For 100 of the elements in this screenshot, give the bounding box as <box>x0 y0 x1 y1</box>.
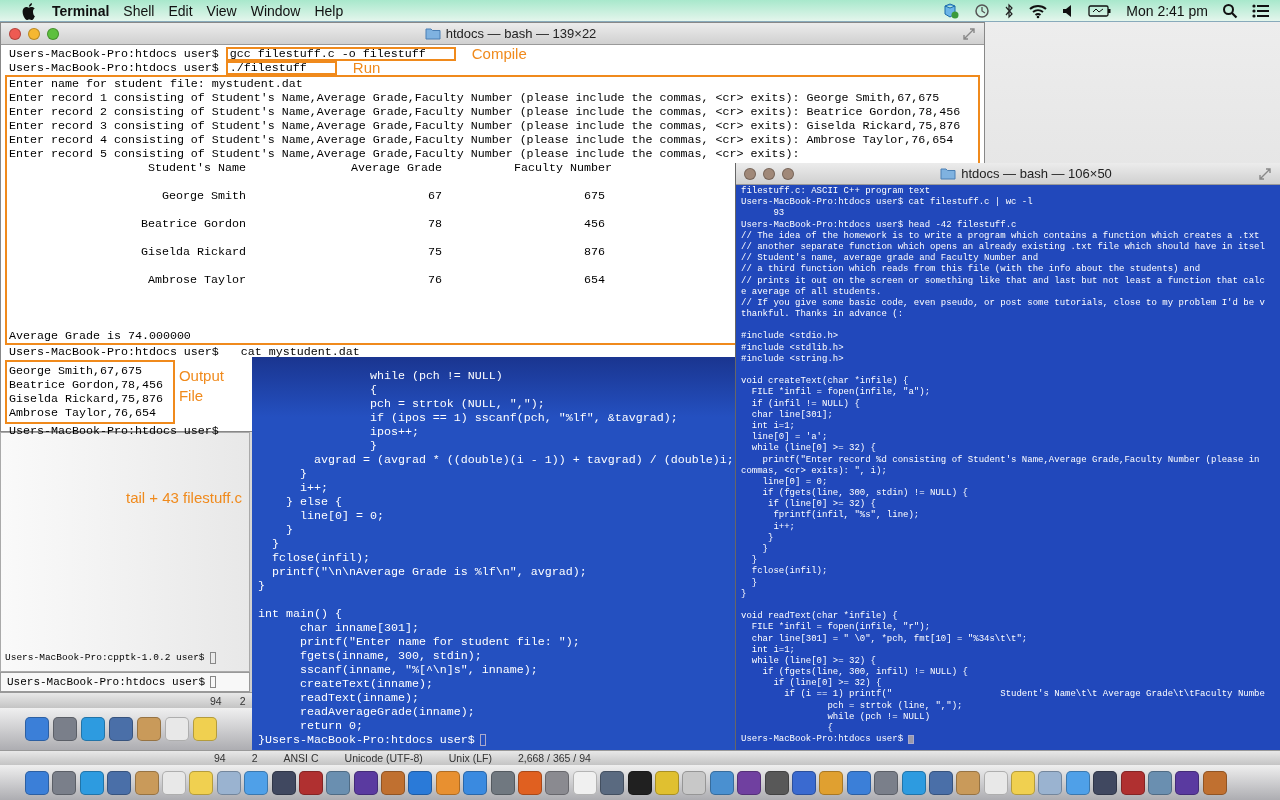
minimize-button[interactable] <box>763 167 775 180</box>
code-line: 93 <box>772 208 786 220</box>
code-line: #include <stdlib.h> <box>741 342 845 354</box>
app-icon[interactable] <box>1120 770 1145 795</box>
prompt-text: Users-MacBook-Pro:htdocs user$ <box>7 676 206 688</box>
table-cell-text: 654 <box>583 273 606 287</box>
code-line: FILE *infil = fopen(infile, "a"); <box>750 387 932 399</box>
zoom-button[interactable] <box>47 27 59 40</box>
clock-icon[interactable] <box>974 2 991 19</box>
table-cell-text: 76 <box>427 273 442 287</box>
app-icon[interactable] <box>1175 770 1200 795</box>
app-icon[interactable] <box>627 770 652 795</box>
prompt-text: Users-MacBook-Pro:htdocs user$ <box>741 734 904 746</box>
search-icon[interactable] <box>1222 2 1238 19</box>
app-icon[interactable] <box>737 770 762 795</box>
app-icon[interactable] <box>600 770 625 795</box>
menu-item[interactable]: Shell <box>123 2 155 19</box>
code-line: char line[301] = " \0", *pch, fmt[10] = "%34s\t\t"; <box>750 633 1029 645</box>
code-line: filestuff.c: ASCII C++ program text <box>741 186 932 197</box>
output-line: Enter record 2 consisting of Student's Name,Average Grade,Faculty Number (please include the commas, <cr> exits): Beatrice Gordon,78,456 <box>9 105 961 119</box>
code-line: // The idea of the homework is to write a program which contains a function which creates a .txt <box>741 230 1261 242</box>
menu-item[interactable]: Terminal <box>52 2 110 19</box>
menu-clock[interactable]: Mon 2:41 pm <box>1126 2 1208 19</box>
code-line: if (ipos == 1) sscanf(pch, "%lf", &tavgrad); <box>368 411 679 425</box>
code-line: } <box>284 523 294 537</box>
output-line: Giselda Rickard,75,876 <box>9 392 163 406</box>
code-line: printf("\n\nAverage Grade is %lf\n", avgrad); <box>271 565 588 579</box>
menu-item[interactable]: Window <box>250 2 301 19</box>
folder-icon <box>940 167 957 180</box>
code-line: } <box>767 532 775 544</box>
bluetooth-icon[interactable] <box>1004 2 1015 19</box>
code-line: // prints it out on the screen or something like that and last but not least a function that calc <box>741 275 1266 287</box>
output-line: Average Grade is 74.000000 <box>9 329 191 343</box>
code-line: while (pch != NULL) <box>368 369 504 383</box>
code-line: char line[301]; <box>750 409 834 421</box>
code-line: if (line[0] >= 32) { <box>772 678 883 689</box>
table-cell-text: 675 <box>583 189 606 203</box>
code-line: } <box>368 439 378 453</box>
code-line: fclose(infil); <box>271 551 371 565</box>
app-icon[interactable] <box>1093 770 1118 795</box>
box-icon[interactable] <box>942 2 961 19</box>
code-line: commas, <cr> exits): ", i); <box>741 465 888 477</box>
table-cell-text: 456 <box>583 217 606 231</box>
code-line: while (pch != NULL) <box>826 711 932 723</box>
wifi-icon[interactable] <box>1028 2 1049 19</box>
resize-arrows-icon[interactable] <box>1258 166 1272 181</box>
code-line: if (infil != NULL) { <box>750 398 861 410</box>
minimize-button[interactable] <box>28 27 40 40</box>
annotation-label: Compile <box>471 47 527 61</box>
close-button[interactable] <box>744 167 756 180</box>
list-icon[interactable] <box>1252 2 1270 19</box>
table-cell-text: George Smith <box>161 189 246 203</box>
code-line: Users-MacBook-Pro:htdocs user$ cat filestuff.c | wc -l <box>741 197 1034 209</box>
menu-item[interactable]: Edit <box>168 2 193 19</box>
code-line: fprintf(infil, "%s", line); <box>772 510 921 522</box>
code-line: } else { <box>284 495 343 509</box>
code-line: #include <stdio.h> <box>741 331 840 343</box>
annotation-label: Run <box>352 61 381 75</box>
output-line: Enter record 5 consisting of Student's Name,Average Grade,Faculty Number (please include the commas, <cr> exits): <box>9 147 800 161</box>
highlighted-command: ./filestuff <box>225 61 337 75</box>
app-icon[interactable] <box>791 770 816 795</box>
output-line: Enter record 3 consisting of Student's Name,Average Grade,Faculty Number (please include the commas, <cr> exits): Giselda Rickard,75,876 <box>9 119 961 133</box>
code-line: createText(inname); <box>298 677 434 691</box>
output-line: Enter record 1 consisting of Student's Name,Average Grade,Faculty Number (please include the commas, <cr> exits): George Smith,67,675 <box>9 91 940 105</box>
code-line: if (i == 1) printf(" Student's Name\t\t Average Grade\t\tFaculty Numbe <box>783 689 1266 701</box>
output-line: Enter record 4 consisting of Student's Name,Average Grade,Faculty Number (please include the commas, <cr> exits): Ambrose Taylor,76,654 <box>9 133 954 147</box>
table-cell-text: Ambrose Taylor <box>147 273 246 287</box>
code-line: } <box>750 577 759 589</box>
code-line: line[0] = 0; <box>761 476 829 488</box>
annotation-label: tail + 43 filestuff.c <box>126 491 243 505</box>
menu-item[interactable]: Help <box>314 2 344 19</box>
app-icon[interactable] <box>271 770 296 795</box>
app-icon[interactable] <box>353 770 378 795</box>
code-line: void readText(char *infile) { <box>741 611 899 622</box>
text-cursor <box>209 652 216 664</box>
code-line: i++; <box>298 481 329 495</box>
app-icon[interactable] <box>764 770 789 795</box>
window-title: htdocs — bash — 106×50 <box>961 166 1112 181</box>
app-icon[interactable] <box>298 770 323 795</box>
apple-menu-icon[interactable] <box>22 1 38 20</box>
code-line: return 0; <box>298 719 364 733</box>
output-line: George Smith,67,675 <box>9 364 142 378</box>
code-line: printf("Enter record %d consisting of Student's Name,Average Grade,Faculty Number (please in <box>761 454 1261 466</box>
code-line: i++; <box>773 521 796 533</box>
code-line: while (line[0] >= 32) { <box>750 443 878 455</box>
menu-item[interactable]: View <box>206 2 237 19</box>
close-button[interactable] <box>9 27 21 40</box>
code-line: } <box>298 467 308 481</box>
prompt-text: Users-MacBook-Pro:htdocs user$ <box>9 61 219 75</box>
status-text: Unix (LF) <box>448 752 492 764</box>
battery-icon[interactable] <box>1088 2 1113 19</box>
table-cell-text: 67 <box>427 189 442 203</box>
resize-arrows-icon[interactable] <box>962 26 976 41</box>
table-cell-text: Giselda Rickard <box>140 245 246 259</box>
code-line: readAverageGrade(inname); <box>298 705 476 719</box>
status-text: Unicode (UTF-8) <box>344 752 423 764</box>
zoom-button[interactable] <box>782 167 794 180</box>
app-icon[interactable] <box>107 770 132 795</box>
status-text: 2 <box>239 694 246 707</box>
app-icon[interactable] <box>928 770 953 795</box>
